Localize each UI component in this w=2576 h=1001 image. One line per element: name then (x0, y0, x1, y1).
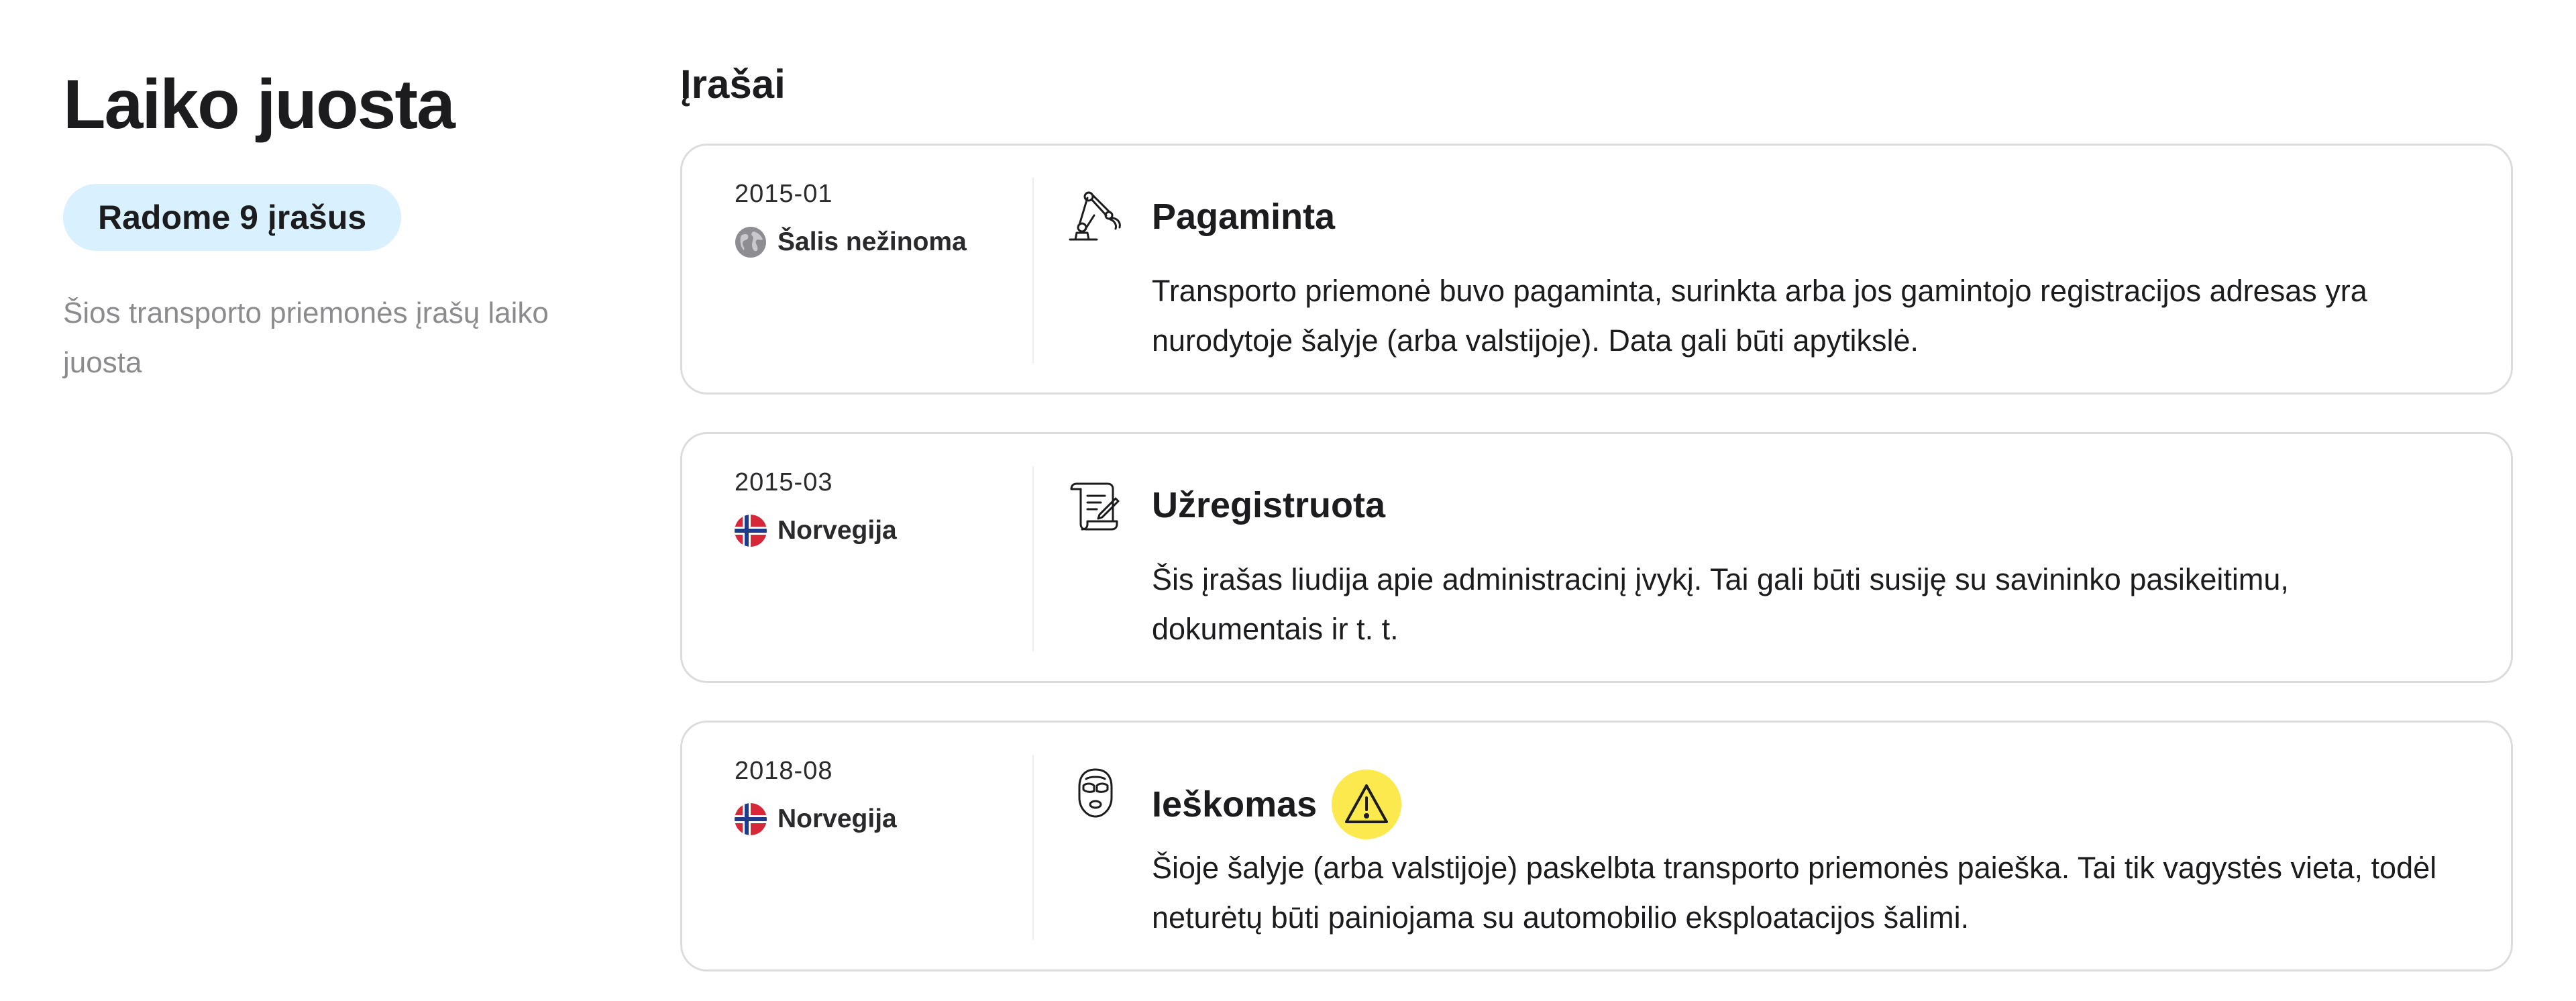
page-subtitle: Šios transporto priemonės įrašų laiko ju… (63, 297, 549, 379)
record-country: Norvegija (735, 800, 1030, 838)
section-title: Įrašai (680, 62, 786, 107)
norway-flag-icon (735, 515, 767, 547)
record-meta: 2018-08 Norvegija (735, 752, 1030, 838)
norway-flag-icon (735, 803, 767, 835)
record-card: 2015-03 Norvegija Užregistruota Šis įraš… (680, 432, 2513, 683)
page-title: Laiko juosta (63, 66, 455, 144)
record-title-text: Pagaminta (1152, 197, 1336, 237)
card-divider (1032, 178, 1034, 363)
document-scroll-icon (1067, 477, 1124, 533)
robot-arm-icon (1067, 189, 1124, 245)
record-title: Užregistruota (1152, 481, 1385, 529)
record-country: Norvegija (735, 512, 1030, 549)
record-card: 2018-08 Norvegija Ieškomas Šioje šalyje … (680, 721, 2513, 971)
country-label: Norvegija (777, 804, 897, 833)
record-title-text: Užregistruota (1152, 485, 1386, 525)
record-title: Pagaminta (1152, 193, 1335, 241)
warning-badge (1332, 770, 1402, 839)
country-label: Norvegija (777, 516, 897, 545)
record-title-text: Ieškomas (1152, 784, 1318, 825)
record-date: 2018-08 (735, 757, 833, 785)
records-section: Įrašai 2015-01 Šalis nežinoma Pagaminta … (680, 56, 2516, 971)
record-meta: 2015-01 Šalis nežinoma (735, 175, 1030, 261)
card-divider (1032, 755, 1034, 940)
record-count-badge: Radome 9 įrašus (63, 184, 402, 251)
record-country: Šalis nežinoma (735, 223, 1030, 261)
warning-icon (1345, 784, 1389, 823)
record-title: Ieškomas (1152, 770, 1402, 839)
record-date: 2015-03 (735, 468, 833, 496)
timeline-page: Laiko juosta Radome 9 įrašus Šios transp… (0, 0, 2576, 1001)
globe-icon (735, 226, 767, 258)
record-description: Šioje šalyje (arba valstijoje) paskelbta… (1152, 851, 2437, 935)
record-date: 2015-01 (735, 180, 833, 208)
record-description: Šis įrašas liudija apie administracinį į… (1152, 562, 2289, 646)
record-card: 2015-01 Šalis nežinoma Pagaminta Transpo… (680, 144, 2513, 394)
card-divider (1032, 466, 1034, 651)
record-description: Transporto priemonė buvo pagaminta, suri… (1152, 274, 2367, 358)
country-label: Šalis nežinoma (777, 227, 967, 256)
record-meta: 2015-03 Norvegija (735, 464, 1030, 549)
thief-mask-icon (1067, 766, 1124, 822)
sidebar: Laiko juosta Radome 9 įrašus Šios transp… (63, 62, 613, 388)
